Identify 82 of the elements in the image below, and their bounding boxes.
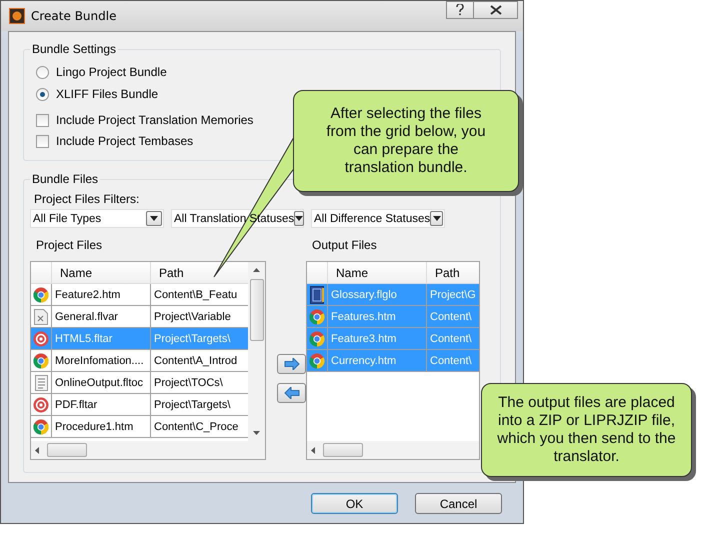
filter-dropdown[interactable]: All Difference Statuses — [311, 209, 445, 228]
help-icon — [456, 4, 464, 16]
path-cell-text: Project\Targets\ — [153, 398, 232, 412]
name-cell: PDF.fltar — [52, 394, 151, 415]
checkbox-label: Include Project Tembases — [56, 134, 194, 148]
radio-label: XLIFF Files Bundle — [56, 87, 158, 101]
book-icon — [310, 286, 324, 304]
radio-button[interactable] — [36, 66, 49, 78]
scroll-thumb[interactable] — [47, 443, 87, 457]
dropdown-arrow-icon — [150, 216, 158, 221]
filters-label: Project Files Filters: — [34, 192, 140, 206]
file-row[interactable]: Feature2.htm Content\B_Featu — [31, 284, 248, 306]
scroll-left-icon — [311, 446, 315, 454]
path-cell-text: Content\A_Introd — [153, 354, 238, 368]
path-cell-text: Content\C_Proce — [153, 420, 240, 434]
path-cell-text: Content\ — [429, 332, 473, 346]
path-cell-text: Content\B_Featu — [153, 288, 238, 302]
checkbox[interactable] — [36, 114, 49, 126]
name-cell: General.flvar — [52, 306, 151, 327]
add-button[interactable] — [277, 354, 306, 374]
scroll-left-icon — [35, 446, 39, 454]
close-icon — [490, 5, 502, 15]
radio-label: Lingo Project Bundle — [56, 65, 167, 79]
name-cell: Features.htm — [328, 306, 427, 327]
chrome-icon — [33, 418, 49, 434]
file-row[interactable]: MoreInfomation.... Content\A_Introd — [31, 350, 248, 372]
horizontal-scrollbar[interactable] — [31, 441, 265, 459]
path-cell-text: Project\G — [429, 288, 477, 302]
grid-title: Output Files — [312, 238, 378, 252]
checkbox-label: Include Project Translation Memories — [56, 113, 254, 127]
scroll-thumb[interactable] — [323, 443, 363, 457]
radio-button[interactable] — [36, 88, 49, 100]
dropdown-arrow-icon — [295, 216, 304, 221]
arrow-right-icon — [284, 358, 300, 370]
vertical-scrollbar[interactable] — [248, 262, 265, 441]
document-icon — [34, 308, 48, 324]
checkbox[interactable] — [36, 134, 49, 148]
file-row[interactable]: OnlineOutput.fltoc Project\TOCs\ — [31, 372, 248, 394]
path-cell-text: Content\ — [429, 354, 473, 368]
document-icon — [34, 374, 48, 390]
arrow-left-icon — [284, 387, 300, 399]
target-icon — [33, 330, 49, 346]
path-cell-text: Project\Targets\ — [153, 332, 232, 346]
chrome-icon — [33, 286, 49, 302]
grid-title: Project Files — [36, 238, 104, 252]
dropdown-arrow-icon — [432, 216, 441, 221]
window-title: Create Bundle — [31, 9, 116, 23]
chrome-icon — [309, 308, 325, 324]
column-header[interactable]: Name — [328, 262, 427, 283]
horizontal-scrollbar[interactable] — [307, 441, 479, 459]
name-cell: Currency.htm — [328, 350, 427, 371]
group-title: Bundle Settings — [30, 42, 118, 56]
help-button[interactable] — [446, 1, 474, 19]
column-header[interactable]: Path — [151, 262, 248, 283]
close-button[interactable] — [474, 1, 518, 19]
scroll-thumb[interactable] — [250, 279, 264, 341]
path-cell-text: Project\TOCs\ — [153, 376, 224, 390]
path-cell-text: Project\Variable — [153, 310, 232, 324]
file-row[interactable]: PDF.fltar Project\Targets\ — [31, 394, 248, 416]
dialog-button[interactable]: OK — [311, 493, 398, 514]
column-header[interactable]: Name — [52, 262, 151, 283]
chrome-icon — [33, 352, 49, 368]
filter-dropdown[interactable]: All File Types — [30, 209, 164, 228]
file-row[interactable]: Procedure1.htm Content\C_Proce — [31, 416, 248, 438]
name-cell: Feature3.htm — [328, 328, 427, 349]
group-title: Bundle Files — [30, 172, 100, 186]
target-icon — [33, 396, 49, 412]
name-cell: Procedure1.htm — [52, 416, 151, 437]
chrome-icon — [309, 330, 325, 346]
name-cell: Feature2.htm — [52, 284, 151, 305]
name-cell: MoreInfomation.... — [52, 350, 151, 371]
column-header[interactable]: Path — [427, 262, 479, 283]
name-cell: HTML5.fltar — [52, 328, 151, 349]
name-cell: OnlineOutput.fltoc — [52, 372, 151, 393]
scroll-up-icon — [253, 268, 260, 272]
name-cell: Glossary.flglo — [328, 284, 427, 305]
app-icon — [9, 8, 25, 24]
dialog-button[interactable]: Cancel — [415, 493, 502, 514]
scroll-down-icon — [253, 431, 260, 435]
remove-button[interactable] — [277, 383, 306, 403]
chrome-icon — [309, 352, 325, 368]
path-cell-text: Content\ — [429, 310, 473, 324]
